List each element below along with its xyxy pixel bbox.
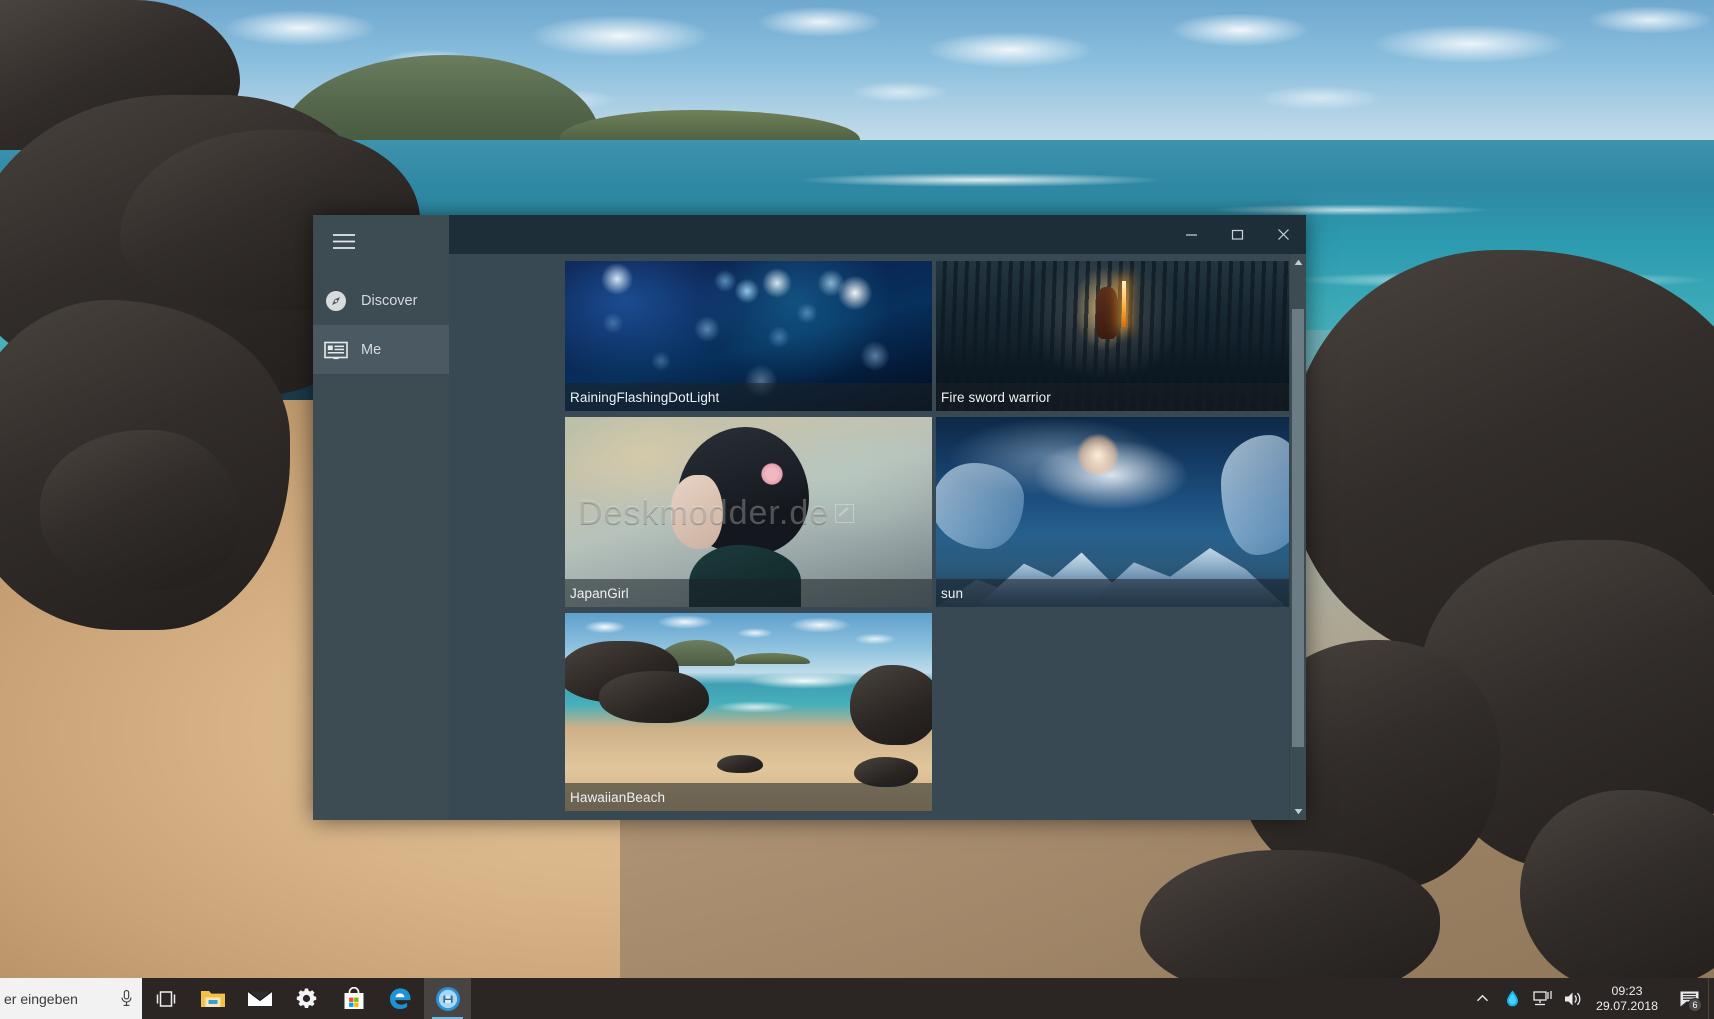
- window-titlebar[interactable]: [313, 215, 1306, 254]
- wallpaper-app-window[interactable]: Discover Me RainingFlashingDotLight Fire…: [313, 215, 1306, 820]
- tile-label: Fire sword warrior: [936, 383, 1303, 411]
- tile-art-detail: [717, 755, 763, 773]
- sidebar-item-label: Discover: [361, 292, 418, 309]
- tile-label: RainingFlashingDotLight: [565, 383, 932, 411]
- gallery-content: RainingFlashingDotLight Fire sword warri…: [449, 254, 1306, 820]
- taskbar-button-wallpaper-app[interactable]: [424, 978, 471, 1019]
- taskbar-button-file-explorer[interactable]: [189, 978, 236, 1019]
- sidebar-item-label: Me: [361, 341, 382, 358]
- taskbar-button-microsoft-store[interactable]: [330, 978, 377, 1019]
- tile-label: JapanGirl: [565, 579, 932, 607]
- hamburger-menu-button[interactable]: [327, 227, 361, 255]
- scrollbar-track[interactable]: [1290, 271, 1306, 803]
- search-input[interactable]: er eingeben: [0, 978, 142, 1019]
- tile-label: HawaiianBeach: [565, 783, 932, 811]
- show-desktop-button[interactable]: [1708, 978, 1714, 1019]
- cards-icon: [323, 337, 349, 363]
- close-button[interactable]: [1260, 215, 1306, 254]
- minimize-button[interactable]: [1168, 215, 1214, 254]
- tile-art-detail: [1096, 287, 1118, 339]
- microphone-icon[interactable]: [119, 989, 134, 1008]
- taskbar-buttons: [142, 978, 471, 1019]
- action-center-button[interactable]: 6: [1670, 978, 1708, 1019]
- taskbar-button-mail[interactable]: [236, 978, 283, 1019]
- chevron-up-icon[interactable]: [1468, 978, 1498, 1019]
- wallpaper-tile[interactable]: RainingFlashingDotLight: [565, 261, 932, 411]
- maximize-button[interactable]: [1214, 215, 1260, 254]
- wallpaper-rock: [40, 430, 240, 590]
- wallpaper-tile[interactable]: JapanGirl: [565, 417, 932, 607]
- taskbar-button-settings[interactable]: [283, 978, 330, 1019]
- tile-art-detail: [850, 665, 932, 745]
- scrollbar-thumb[interactable]: [1292, 309, 1304, 747]
- scroll-down-arrow-icon[interactable]: [1290, 803, 1306, 820]
- clock-date: 29.07.2018: [1595, 998, 1658, 1013]
- taskbar-button-edge[interactable]: [377, 978, 424, 1019]
- wallpaper-tile[interactable]: Fire sword warrior: [936, 261, 1303, 411]
- notification-count-badge: 6: [1688, 998, 1702, 1012]
- tile-art-detail: [671, 475, 723, 549]
- search-input-text: er eingeben: [4, 990, 78, 1007]
- wallpaper-tile[interactable]: sun: [936, 417, 1303, 607]
- navigation-sidebar: Discover Me: [313, 254, 449, 820]
- volume-icon[interactable]: [1558, 978, 1588, 1019]
- clock-time: 09:23: [1611, 983, 1643, 998]
- sidebar-item-me[interactable]: Me: [313, 325, 449, 374]
- clock[interactable]: 09:23 29.07.2018: [1588, 984, 1670, 1014]
- system-tray: 09:23 29.07.2018 6: [1468, 978, 1714, 1019]
- window-drag-region[interactable]: [449, 215, 1168, 254]
- flux-droplet-icon[interactable]: [1498, 978, 1528, 1019]
- tile-art-detail: [1122, 281, 1126, 327]
- wallpaper-tile-selected[interactable]: HawaiianBeach: [565, 613, 932, 811]
- vertical-scrollbar[interactable]: [1289, 254, 1306, 820]
- wallpaper-rock: [1520, 790, 1714, 990]
- network-icon[interactable]: [1528, 978, 1558, 1019]
- tile-art-detail: [599, 671, 709, 723]
- tile-art-detail: [761, 463, 783, 485]
- scroll-up-arrow-icon[interactable]: [1290, 254, 1306, 271]
- wallpaper-grid: RainingFlashingDotLight Fire sword warri…: [449, 254, 1303, 820]
- taskbar: er eingeben 09:23 29.07.2018 6: [0, 978, 1714, 1019]
- tile-art-detail: [936, 463, 1024, 549]
- taskbar-button-task-view[interactable]: [142, 978, 189, 1019]
- tile-thumbnail: [565, 613, 932, 811]
- sidebar-item-discover[interactable]: Discover: [313, 276, 449, 325]
- compass-icon: [323, 288, 349, 314]
- tile-label: sun: [936, 579, 1303, 607]
